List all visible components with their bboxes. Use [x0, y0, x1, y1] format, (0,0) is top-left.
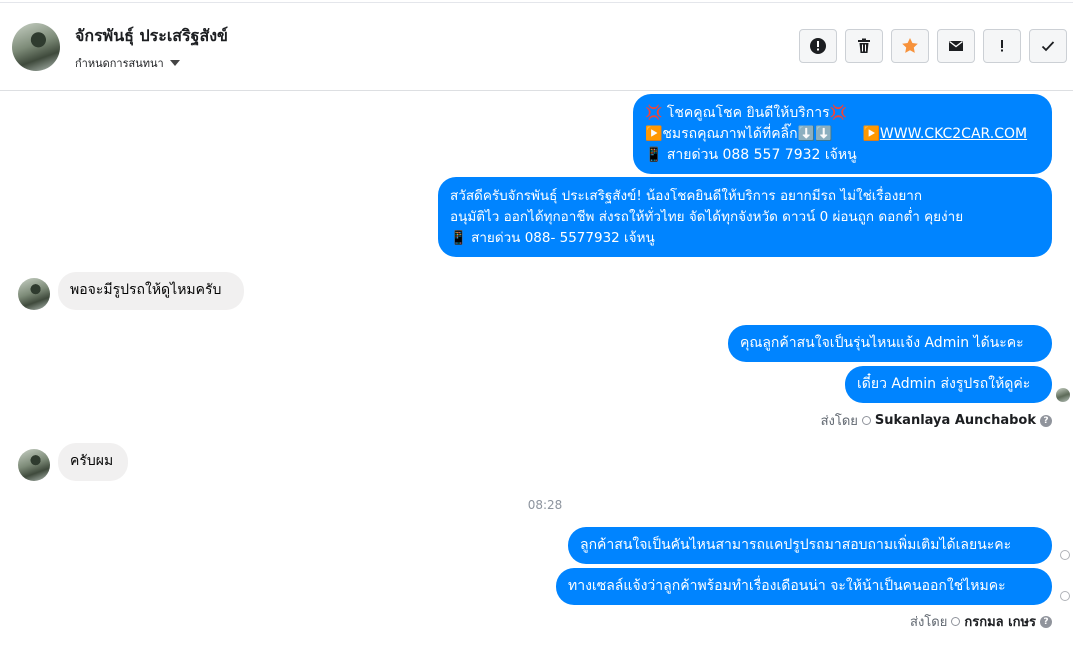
- check-icon: [1041, 41, 1055, 52]
- exclamation-icon: [1001, 40, 1003, 52]
- seen-avatar: [1056, 388, 1070, 402]
- outgoing-message[interactable]: ลูกค้าสนใจเป็นคันไหนสามารถแคปรูปรถมาสอบถ…: [568, 527, 1052, 564]
- envelope-icon: [949, 40, 963, 51]
- delete-button[interactable]: [845, 29, 883, 63]
- message-line: 📱 สายด่วน 088- 5577932 เจ้หนู: [450, 230, 655, 246]
- done-button[interactable]: [1029, 29, 1067, 63]
- star-button[interactable]: [891, 29, 929, 63]
- delivered-icon: [1060, 591, 1070, 601]
- contact-avatar-small: [18, 278, 50, 310]
- outgoing-message[interactable]: เดี๋ยว Admin ส่งรูปรถให้ดูค่ะ: [845, 366, 1052, 403]
- conversation-actions: [799, 29, 1067, 63]
- sent-by-label: ส่งโดย Sukanlaya Aunchabok ?: [821, 410, 1052, 431]
- message-text: ▶️ชมรถคุณภาพได้ที่คลิ๊ก⬇️⬇️: [645, 126, 833, 142]
- delivered-icon: [1060, 550, 1070, 560]
- message-line: สวัสดีครับจักรพันธุ์ ประเสริฐสังข์! น้อง…: [450, 188, 923, 204]
- contact-avatar[interactable]: [12, 23, 60, 71]
- sender-name[interactable]: กรกมล เกษร: [964, 611, 1036, 632]
- outgoing-message[interactable]: ทางเซลล์แจ้งว่าลูกค้าพร้อมทำเรื่องเดือนน…: [556, 568, 1052, 605]
- website-link[interactable]: WWW.CKC2CAR.COM: [880, 126, 1027, 142]
- caret-down-icon: [169, 60, 180, 66]
- verified-icon: [861, 416, 871, 425]
- mark-unread-button[interactable]: [937, 29, 975, 63]
- sent-by-prefix: ส่งโดย: [820, 414, 858, 429]
- sender-name[interactable]: Sukanlaya Aunchabok: [875, 413, 1036, 428]
- message-line: 💢 โชคคูณโชค ยินดีให้บริการ💢: [645, 105, 848, 121]
- message-line: อนุมัติไว ออกได้ทุกอาชีพ ส่งรถให้ทั่วไทย…: [450, 209, 964, 225]
- divider: [0, 2, 1073, 3]
- sent-by-label: ส่งโดย กรกมล เกษร ?: [910, 611, 1052, 632]
- outgoing-message[interactable]: 💢 โชคคูณโชค ยินดีให้บริการ💢 ▶️ชมรถคุณภาพ…: [633, 94, 1052, 174]
- timestamp: 08:28: [527, 498, 563, 512]
- message-thread: 💢 โชคคูณโชค ยินดีให้บริการ💢 ▶️ชมรถคุณภาพ…: [0, 92, 1073, 645]
- help-icon[interactable]: ?: [1040, 414, 1052, 427]
- incoming-message[interactable]: พอจะมีรูปรถให้ดูไหมครับ: [58, 272, 244, 310]
- label-selector-text: กำหนดการสนทนา: [75, 57, 164, 70]
- outgoing-message[interactable]: คุณลูกค้าสนใจเป็นรุ่นไหนแจ้ง Admin ได้นะ…: [728, 325, 1052, 362]
- verified-icon: [951, 617, 961, 626]
- alert-circle-icon: [810, 38, 826, 54]
- help-icon[interactable]: ?: [1040, 615, 1052, 628]
- outgoing-message[interactable]: สวัสดีครับจักรพันธุ์ ประเสริฐสังข์! น้อง…: [438, 177, 1052, 257]
- conversation-header: จักรพันธุ์ ประเสริฐสังข์ กำหนดการสนทนา: [0, 0, 1073, 91]
- contact-avatar-small: [18, 449, 50, 481]
- sent-by-prefix: ส่งโดย: [910, 615, 948, 630]
- message-text: ▶️: [862, 126, 880, 142]
- message-line: ▶️ชมรถคุณภาพได้ที่คลิ๊ก⬇️⬇️ ▶️WWW.CKC2CAR…: [645, 124, 1040, 145]
- important-button[interactable]: [983, 29, 1021, 63]
- message-line: 📱 สายด่วน 088 557 7932 เจ้หนู: [645, 147, 857, 163]
- contact-name[interactable]: จักรพันธุ์ ประเสริฐสังข์: [75, 24, 228, 49]
- mark-spam-button[interactable]: [799, 29, 837, 63]
- trash-icon: [858, 38, 870, 53]
- incoming-message[interactable]: ครับผม: [58, 443, 128, 481]
- star-icon: [902, 38, 918, 53]
- label-selector[interactable]: กำหนดการสนทนา: [75, 54, 180, 72]
